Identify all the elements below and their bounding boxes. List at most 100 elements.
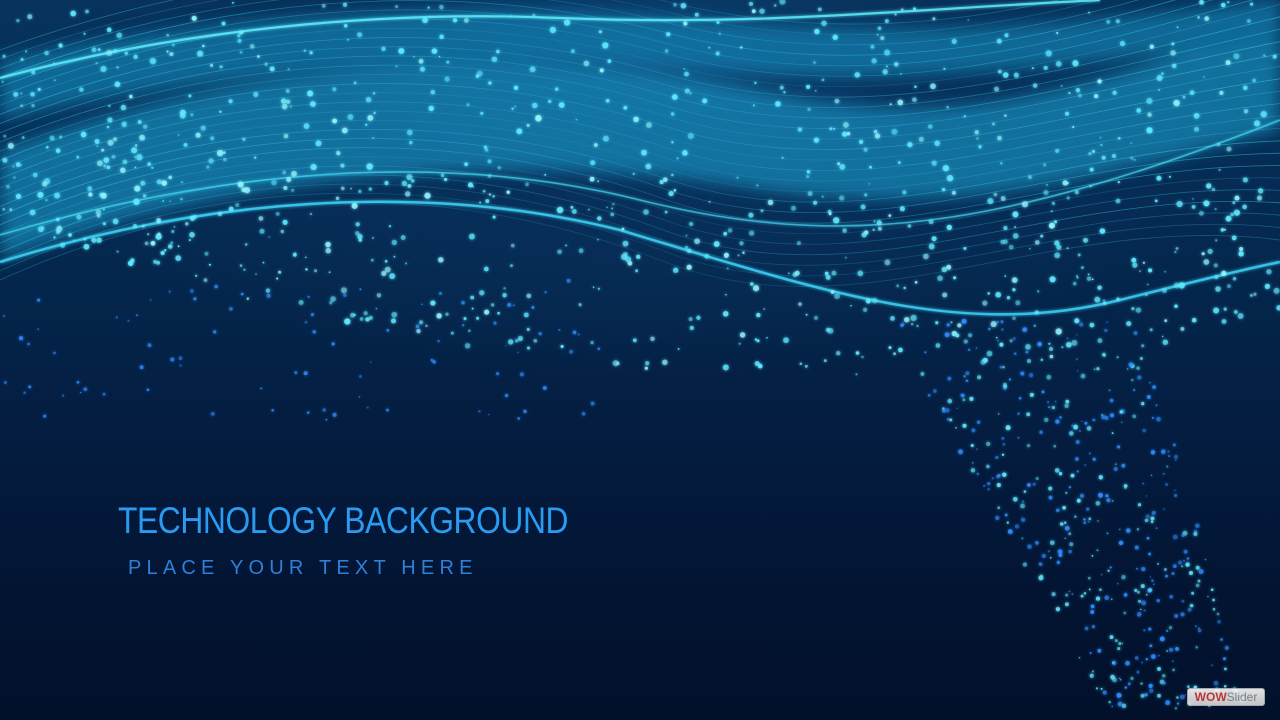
particle [531,305,535,309]
particle [1094,94,1099,99]
particle [1104,595,1110,601]
particle [941,187,946,192]
particle [944,332,950,338]
particle [1037,341,1042,347]
particle [1049,354,1054,359]
particle [1146,127,1153,134]
particle [1107,569,1110,572]
particle [754,81,757,84]
particle [976,137,979,140]
particle [1126,528,1131,533]
particle [1134,588,1138,593]
wowslider-badge-link[interactable]: WOWSlider [1187,688,1265,706]
particle [834,293,841,300]
particle [1097,648,1102,653]
particle [708,46,711,49]
particle [773,4,777,7]
particle [1090,604,1095,609]
particle [1133,158,1136,161]
particle [893,352,896,356]
particle [1220,228,1225,232]
particle [1146,97,1153,105]
particle [188,239,191,242]
particle [1106,498,1111,503]
particle [431,48,438,54]
particle [529,66,536,73]
particle [483,266,489,272]
particle [1116,356,1119,359]
particle [1212,607,1216,611]
particle [1193,112,1200,119]
particle [1051,592,1056,597]
particle [484,148,489,152]
particle [325,418,328,421]
particle [1191,591,1195,595]
particle [76,380,80,384]
particle [188,94,192,98]
particle [590,160,596,166]
particle [1219,90,1224,95]
particle [229,307,233,311]
particle [833,217,840,224]
particle [177,245,180,248]
particle [1040,234,1044,238]
particle [572,330,577,335]
particle [1004,114,1007,117]
particle [957,323,962,328]
particle [1174,459,1177,461]
particle [438,257,444,263]
particle [1113,467,1118,471]
particle [593,143,598,147]
particle [268,236,271,238]
particle [946,224,952,231]
particle [315,140,322,147]
particle [590,340,594,345]
particle [1060,85,1063,87]
particle [766,336,768,339]
particle [167,244,173,249]
particle [987,292,990,295]
particle [1171,42,1175,46]
particle [995,515,1000,521]
particle [544,291,547,294]
particle [1057,560,1061,564]
particle [190,289,194,293]
particle [1115,19,1120,24]
particle [1214,275,1219,280]
particle [1176,200,1183,208]
particle [1043,65,1048,70]
particle [278,270,282,274]
particle [1115,198,1121,204]
particle [1041,390,1045,394]
particle [1084,626,1089,631]
particle [1124,686,1128,689]
particle [347,114,354,120]
particle [452,18,458,23]
particle [996,320,1000,324]
particle [1264,283,1271,290]
particle [832,127,836,131]
particle [204,251,209,256]
particle [53,351,56,355]
particle [1211,187,1216,192]
particle [855,373,858,376]
particle [1130,676,1134,681]
particle [106,27,112,33]
particle [133,54,138,59]
particle [1145,293,1148,297]
particle [1166,465,1169,468]
particle [95,62,98,65]
particle [276,277,279,280]
particle [2,157,8,163]
particle [558,328,561,332]
particle [1161,72,1164,75]
particle [1250,2,1254,6]
particle [139,365,144,370]
particle [1098,492,1103,498]
particle [243,186,251,194]
particle [951,38,957,44]
particle [329,300,333,305]
particle [1092,149,1095,153]
particle [566,278,571,283]
particle [306,411,310,414]
